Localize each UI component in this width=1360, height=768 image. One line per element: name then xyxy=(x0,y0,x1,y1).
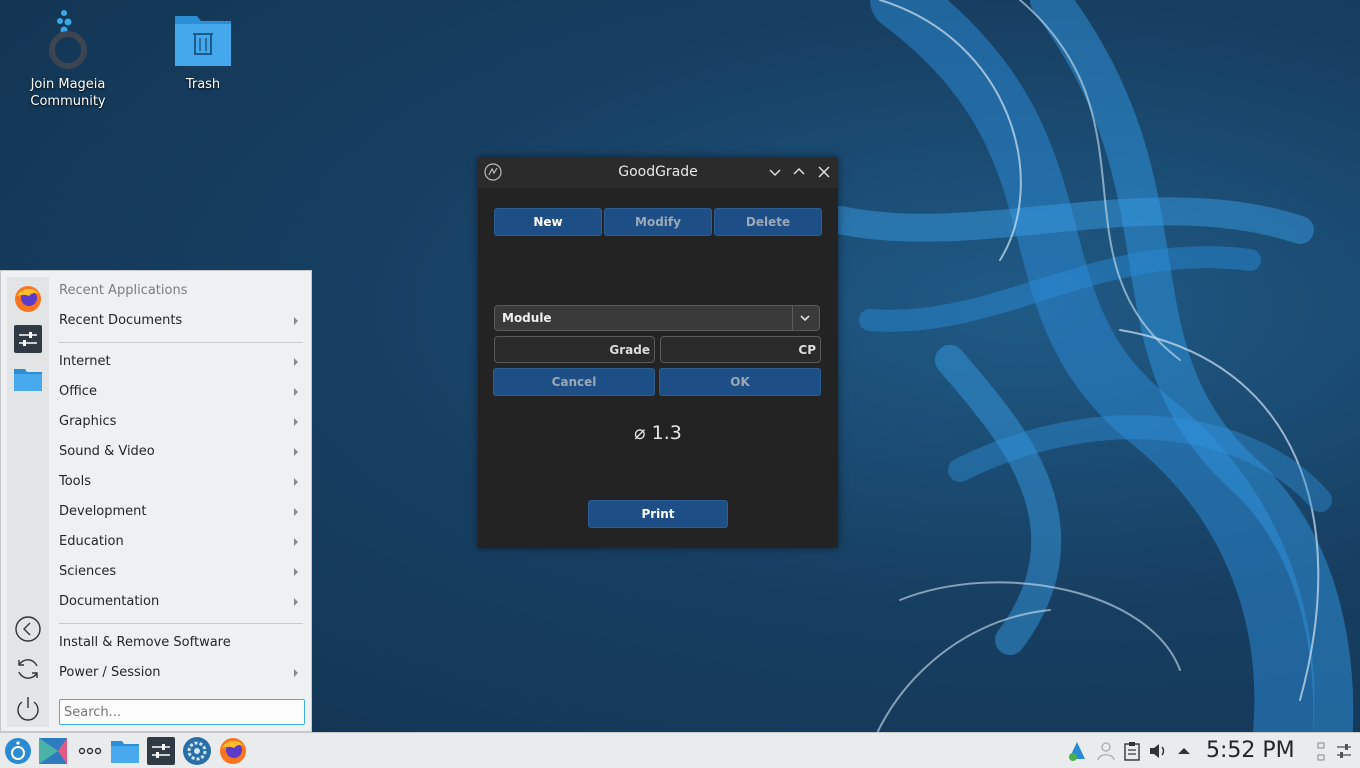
chevron-down-icon[interactable] xyxy=(792,306,819,330)
menu-item-label: Sound & Video xyxy=(59,444,155,459)
refresh-icon[interactable] xyxy=(13,654,43,684)
search-input[interactable] xyxy=(59,699,305,725)
menu-item-label: Documentation xyxy=(59,594,160,609)
minimize-button[interactable] xyxy=(766,163,784,181)
firefox-icon[interactable] xyxy=(218,736,248,766)
file-manager-icon[interactable] xyxy=(110,736,140,766)
menu-item-label: Tools xyxy=(59,474,92,489)
cp-placeholder: CP xyxy=(798,343,816,357)
menu-item-label: Sciences xyxy=(59,564,117,579)
new-button[interactable]: New xyxy=(494,208,602,236)
menu-separator xyxy=(59,623,303,624)
lock-status-icon[interactable] xyxy=(1314,737,1328,765)
folder-icon[interactable] xyxy=(13,364,43,394)
launcher-icon[interactable] xyxy=(3,736,33,766)
window-titlebar[interactable]: GoodGrade xyxy=(478,157,838,188)
close-button[interactable] xyxy=(815,163,833,181)
menu-item-power-session[interactable]: Power / Session xyxy=(59,661,304,685)
goodgrade-window: GoodGrade New Modify Delete Module Grade… xyxy=(478,157,838,548)
desktop-icon-join-mageia[interactable]: Join Mageia Community xyxy=(13,8,123,110)
menu-item-graphics[interactable]: Graphics xyxy=(59,410,304,434)
recent-applications-header: Recent Applications xyxy=(59,283,188,298)
favorites-bar xyxy=(7,277,49,727)
trash-icon xyxy=(175,16,231,66)
submenu-arrow-icon xyxy=(294,418,298,426)
desktop-icon-label: Join Mageia Community xyxy=(30,77,106,109)
settings-icon[interactable] xyxy=(13,324,43,354)
menu-item-label: Install & Remove Software xyxy=(59,635,231,650)
menu-item-office[interactable]: Office xyxy=(59,380,304,404)
more-icon[interactable] xyxy=(75,736,105,766)
power-icon[interactable] xyxy=(13,694,43,724)
cp-input[interactable]: CP xyxy=(660,336,821,363)
submenu-arrow-icon xyxy=(294,388,298,396)
menu-item-label: Power / Session xyxy=(59,665,161,680)
menu-item-label: Office xyxy=(59,384,97,399)
submenu-arrow-icon xyxy=(294,478,298,486)
expand-tray-icon[interactable] xyxy=(1173,740,1195,762)
submenu-arrow-icon xyxy=(294,508,298,516)
taskbar: 5:52 PM xyxy=(0,732,1360,768)
modify-button[interactable]: Modify xyxy=(604,208,712,236)
menu-item-education[interactable]: Education xyxy=(59,530,304,554)
desktop-icon-trash[interactable]: Trash xyxy=(148,8,258,93)
menu-item-sciences[interactable]: Sciences xyxy=(59,560,304,584)
menu-item-recent-documents[interactable]: Recent Documents xyxy=(59,309,304,333)
menu-separator xyxy=(59,342,303,343)
system-settings-icon[interactable] xyxy=(146,736,176,766)
volume-icon[interactable] xyxy=(1147,740,1169,762)
submenu-arrow-icon xyxy=(294,568,298,576)
grade-input[interactable]: Grade xyxy=(494,336,655,363)
application-launcher-menu: Recent Applications Recent Documents Int… xyxy=(0,270,312,732)
submenu-arrow-icon xyxy=(294,317,298,325)
menu-item-label: Education xyxy=(59,534,124,549)
update-notifier-icon[interactable] xyxy=(1065,739,1089,763)
menu-item-label: Development xyxy=(59,504,147,519)
clock[interactable]: 5:52 PM xyxy=(1206,738,1295,763)
panel-settings-icon[interactable] xyxy=(1334,737,1354,765)
menu-item-sound-video[interactable]: Sound & Video xyxy=(59,440,304,464)
delete-button[interactable]: Delete xyxy=(714,208,822,236)
submenu-arrow-icon xyxy=(294,448,298,456)
maximize-button[interactable] xyxy=(790,163,808,181)
menu-item-tools[interactable]: Tools xyxy=(59,470,304,494)
submenu-arrow-icon xyxy=(294,598,298,606)
print-button[interactable]: Print xyxy=(588,500,728,528)
submenu-arrow-icon xyxy=(294,538,298,546)
cancel-button[interactable]: Cancel xyxy=(493,368,655,396)
menu-item-development[interactable]: Development xyxy=(59,500,304,524)
grade-placeholder: Grade xyxy=(609,343,650,357)
user-icon[interactable] xyxy=(1095,740,1117,762)
firefox-icon[interactable] xyxy=(13,284,43,314)
average-grade: ⌀ 1.3 xyxy=(634,422,682,444)
menu-item-label: Internet xyxy=(59,354,111,369)
menu-item-label: Graphics xyxy=(59,414,117,429)
module-combobox-value: Module xyxy=(502,311,552,325)
clipboard-icon[interactable] xyxy=(1121,740,1143,762)
goodgrade-app-icon[interactable] xyxy=(182,736,212,766)
ok-button[interactable]: OK xyxy=(659,368,821,396)
desktop-icon-label: Trash xyxy=(185,77,221,92)
back-icon[interactable] xyxy=(13,614,43,644)
menu-item-label: Recent Documents xyxy=(59,313,183,328)
menu-item-internet[interactable]: Internet xyxy=(59,350,304,374)
mageia-icon xyxy=(49,10,87,69)
menu-item-install-remove-software[interactable]: Install & Remove Software xyxy=(59,631,304,655)
module-combobox[interactable]: Module xyxy=(494,305,820,331)
window-title: GoodGrade xyxy=(618,164,698,180)
pager-icon[interactable] xyxy=(38,736,68,766)
menu-item-documentation[interactable]: Documentation xyxy=(59,590,304,614)
submenu-arrow-icon xyxy=(294,669,298,677)
submenu-arrow-icon xyxy=(294,358,298,366)
